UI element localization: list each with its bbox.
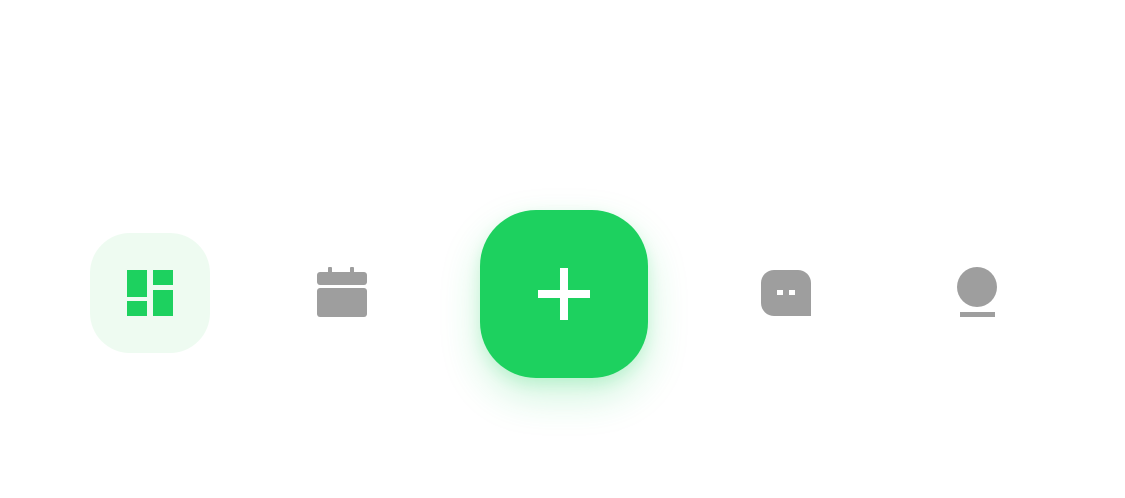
nav-item-messages[interactable] [726,233,846,353]
plus-icon [538,268,590,320]
chat-bubble-icon [760,270,812,316]
calendar-icon [316,267,368,319]
dashboard-icon [127,270,173,316]
bottom-navigation-bar [0,0,1125,498]
nav-item-dashboard[interactable] [90,233,210,353]
nav-item-calendar[interactable] [282,233,402,353]
user-icon [956,267,1000,319]
add-button[interactable] [480,210,648,378]
nav-item-profile[interactable] [918,233,1038,353]
